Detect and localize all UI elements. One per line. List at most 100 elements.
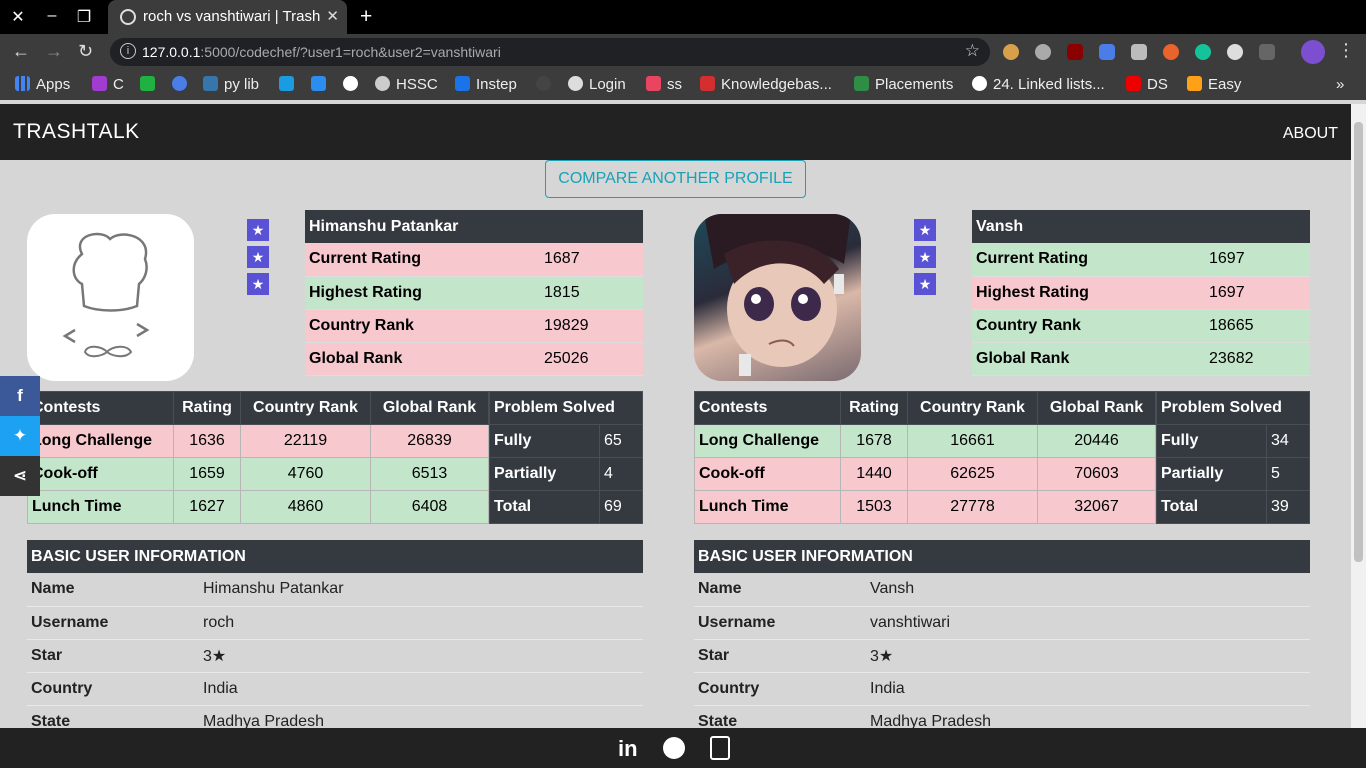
table-row: Country Rank 19829 (305, 309, 643, 343)
tab-title: roch vs vanshtiwari | Trash (143, 8, 321, 25)
url-host: 127.0.0.1 (142, 44, 201, 60)
table-row: Long Challenge 1678 16661 20446 (694, 424, 1156, 458)
scrollbar-thumb[interactable] (1354, 122, 1363, 562)
url-input[interactable]: i 127.0.0.1:5000/codechef/?user1=roch&us… (110, 38, 990, 66)
puzzle-icon[interactable] (1259, 44, 1275, 60)
bookmark-icon-only[interactable] (311, 76, 332, 93)
bookmark-icon-only[interactable] (343, 76, 364, 93)
cookie-extension-icon[interactable] (1003, 44, 1019, 60)
extension-icon[interactable] (1163, 44, 1179, 60)
bookmark-ss[interactable]: ss (646, 76, 682, 93)
table-row: Country India (27, 672, 643, 706)
forward-icon[interactable]: → (45, 41, 63, 62)
bookmark-ds[interactable]: DS (1126, 76, 1168, 93)
contact-book-icon[interactable] (710, 736, 730, 760)
user2-avatar (694, 214, 861, 381)
table-row: Name Vansh (694, 573, 1310, 607)
user1-contests-table: Contests Rating Country Rank Global Rank… (27, 391, 489, 524)
minimize-window-icon[interactable]: – (42, 7, 62, 25)
address-bar-row: ← → ↻ i 127.0.0.1:5000/codechef/?user1=r… (0, 34, 1366, 70)
restore-window-icon[interactable]: ❐ (74, 7, 94, 27)
bookmark-c[interactable]: C (92, 76, 124, 93)
table-row: Name Himanshu Patankar (27, 573, 643, 607)
table-row: Country India (694, 672, 1310, 706)
star-icon: ★ (914, 273, 936, 295)
grammarly-icon[interactable] (1195, 44, 1211, 60)
star-icon: ★ (247, 273, 269, 295)
extension-icon[interactable] (1227, 44, 1243, 60)
table-row: Fully 34 (1156, 424, 1310, 458)
bookmark-icon-only[interactable] (172, 76, 193, 93)
close-tab-icon[interactable]: ✕ (326, 7, 339, 25)
back-icon[interactable]: ← (12, 41, 30, 62)
leetcode-icon (1187, 76, 1202, 91)
compare-another-profile-button[interactable]: COMPARE ANOTHER PROFILE (545, 160, 806, 198)
globe-icon (343, 76, 358, 91)
info-icon[interactable]: i (120, 43, 136, 59)
site-navbar: TRASHTALK ABOUT (0, 104, 1351, 160)
share-icon[interactable]: ⋖ (0, 456, 40, 496)
table-row: Lunch Time 1627 4860 6408 (27, 490, 489, 524)
table-row: State Madhya Pradesh (27, 705, 643, 728)
page-content: TRASHTALK ABOUT COMPARE ANOTHER PROFILE … (0, 104, 1351, 728)
about-link[interactable]: ABOUT (1283, 125, 1338, 143)
bookmark-icon-only[interactable] (140, 76, 161, 93)
bookmark-apps[interactable]: Apps (15, 76, 70, 93)
apps-icon (15, 76, 30, 91)
table-row: Long Challenge 1636 22119 26839 (27, 424, 489, 458)
bookmark-hssc[interactable]: HSSC (375, 76, 438, 93)
vertical-scrollbar[interactable] (1351, 104, 1366, 728)
table-row: Highest Rating 1697 (972, 276, 1310, 310)
brand-logo[interactable]: TRASHTALK (13, 120, 140, 144)
reload-icon[interactable]: ↻ (78, 41, 93, 62)
bookmark-py-lib[interactable]: py lib (203, 76, 259, 93)
arrow-icon (140, 76, 155, 91)
globe-icon (972, 76, 987, 91)
extension-icon[interactable] (1035, 44, 1051, 60)
browser-tab-bar: ✕ – ❐ roch vs vanshtiwari | Trash ✕ + (0, 0, 1366, 34)
translate-icon[interactable] (1099, 44, 1115, 60)
github-icon[interactable] (663, 737, 685, 759)
bookmark-instep[interactable]: Instep (455, 76, 517, 93)
bookmark-linked-lists[interactable]: 24. Linked lists... (972, 76, 1105, 93)
url-path: :5000/codechef/?user1=roch&user2=vanshti… (200, 44, 501, 60)
new-tab-icon[interactable]: + (360, 5, 372, 29)
user2-basic-info-table: BASIC USER INFORMATION Name Vansh Usernam… (694, 540, 1310, 728)
table-row: Cook-off 1659 4760 6513 (27, 457, 489, 491)
more-bookmarks-icon[interactable]: » (1336, 76, 1344, 93)
infosys-icon (455, 76, 470, 91)
table-row: State Madhya Pradesh (694, 705, 1310, 728)
user2-stars: ★ ★ ★ (914, 219, 936, 300)
profile-avatar-icon[interactable] (1301, 40, 1325, 64)
bookmark-placements[interactable]: Placements (854, 76, 953, 93)
bookmark-icon-only[interactable] (279, 76, 300, 93)
user2-display-name: Vansh (972, 210, 1310, 243)
chef-hat-icon (62, 232, 150, 358)
table-row: Cook-off 1440 62625 70603 (694, 457, 1156, 491)
c-icon (92, 76, 107, 91)
python-icon (203, 76, 218, 91)
menu-icon[interactable]: ⋮ (1337, 40, 1355, 61)
extension-icon[interactable] (1131, 44, 1147, 60)
browser-tab[interactable]: roch vs vanshtiwari | Trash ✕ (108, 0, 347, 34)
table-row: Current Rating 1687 (305, 243, 643, 277)
github-icon (568, 76, 583, 91)
table-row: Partially 4 (489, 457, 643, 491)
facebook-share-icon[interactable]: f (0, 376, 40, 416)
bookmark-star-icon[interactable]: ☆ (965, 41, 980, 61)
linkedin-icon[interactable]: in (618, 736, 638, 762)
close-window-icon[interactable]: ✕ (8, 7, 28, 27)
bookmark-login[interactable]: Login (568, 76, 626, 93)
knowledgebase-icon (700, 76, 715, 91)
bookmark-easy[interactable]: Easy (1187, 76, 1241, 93)
table-row: Lunch Time 1503 27778 32067 (694, 490, 1156, 524)
user2-solved-table: Problem Solved Fully 34 Partially 5 Total 3… (1156, 391, 1310, 524)
ublock-icon[interactable] (1067, 44, 1083, 60)
table-row: Highest Rating 1815 (305, 276, 643, 310)
bookmark-knowledgebase[interactable]: Knowledgebas... (700, 76, 832, 93)
twitter-share-icon[interactable]: ✦ (0, 416, 40, 456)
star-icon: ★ (247, 246, 269, 268)
star-icon: ★ (247, 219, 269, 241)
user1-ratings-table: Himanshu Patankar Current Rating 1687 Hig… (305, 210, 643, 376)
bookmark-icon-only[interactable] (536, 76, 557, 93)
